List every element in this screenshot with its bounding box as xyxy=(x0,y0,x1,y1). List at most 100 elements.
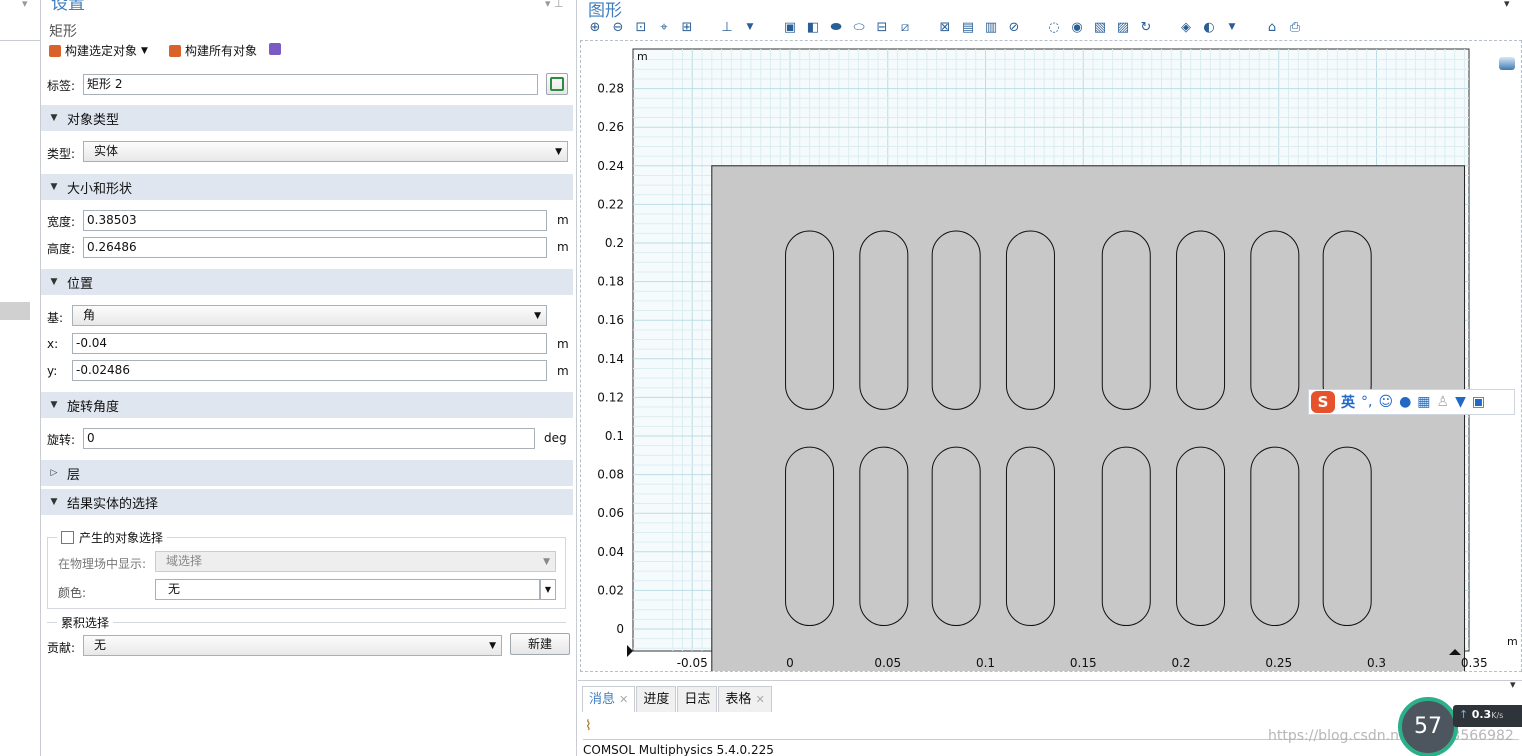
y-input[interactable]: -0.02486 xyxy=(72,360,547,381)
graphics-canvas[interactable]: 0.28 0.26 0.24 0.22 0.2 0.18 0.16 0.14 0.12 0.1 0.… xyxy=(580,40,1522,672)
contribute-label: 贡献: xyxy=(47,641,76,655)
zoom-in-icon[interactable]: ⊕ xyxy=(586,18,604,36)
x-tick-label: 0.15 xyxy=(1070,656,1097,670)
hide-icon[interactable]: ◌ xyxy=(1045,18,1063,36)
y-tick-label: 0.18 xyxy=(597,275,624,289)
chevron-down-icon[interactable]: ▼ xyxy=(1223,18,1241,36)
select-domains-icon[interactable]: ⬬ xyxy=(827,18,845,36)
new-button[interactable]: 新建 xyxy=(510,633,570,655)
chevron-down-icon[interactable]: ▼ xyxy=(141,46,148,56)
network-gauge[interactable]: 57 xyxy=(1398,697,1458,756)
pin-icon[interactable]: ▾ ⊥ xyxy=(545,0,564,10)
chevron-down-icon[interactable]: ▼ xyxy=(540,579,556,600)
chevron-down-icon[interactable]: ▾ xyxy=(1504,0,1510,10)
sogou-logo-icon[interactable]: S xyxy=(1311,391,1335,413)
messages-window: 消息 ✕ 进度 日志 表格 ✕ ⌇ COMSOL Multiphysics 5.… xyxy=(578,678,1522,756)
view-cube-icon[interactable] xyxy=(1499,57,1515,70)
reset-icon[interactable]: ↻ xyxy=(1137,18,1155,36)
print-icon[interactable]: ⎙ xyxy=(1286,18,1304,36)
punctuation-icon[interactable]: °, xyxy=(1361,394,1372,410)
chevron-down-icon[interactable]: ▾ xyxy=(1510,678,1516,691)
section-result-selection[interactable]: ▼ 结果实体的选择 xyxy=(41,489,573,515)
y-tick-label: 0.26 xyxy=(597,120,624,134)
tab-label: 日志 xyxy=(684,692,711,707)
label-edit-button[interactable] xyxy=(546,73,568,95)
tab-table[interactable]: 表格 ✕ xyxy=(718,686,772,712)
build-selected-label: 构建选定对象 xyxy=(65,44,138,58)
zoom-selected-icon[interactable]: ⌖ xyxy=(655,18,673,36)
camera-icon[interactable]: ⌂ xyxy=(1263,18,1281,36)
contribute-select[interactable]: 无 ▼ xyxy=(83,635,502,656)
geometry-plot[interactable]: 0.28 0.26 0.24 0.22 0.2 0.18 0.16 0.14 0.12 0.1 0.… xyxy=(581,41,1521,671)
tree-selected-row[interactable] xyxy=(0,302,30,320)
microphone-icon[interactable]: ● xyxy=(1399,394,1411,410)
section-rotation[interactable]: ▼ 旋转角度 xyxy=(41,392,573,418)
expand-icon: ▼ xyxy=(50,497,58,507)
section-size-shape[interactable]: ▼ 大小和形状 xyxy=(41,174,573,200)
show-axes-icon[interactable]: ▧ xyxy=(1091,18,1109,36)
x-tick-label: 0.1 xyxy=(976,656,995,670)
select-box-icon[interactable]: ⊠ xyxy=(936,18,954,36)
select-points-icon[interactable]: ⧄ xyxy=(896,18,914,36)
toolbox-icon[interactable]: ▣ xyxy=(1472,394,1485,410)
select-objects-icon[interactable]: ◧ xyxy=(804,18,822,36)
ime-mode[interactable]: 英 xyxy=(1341,392,1355,412)
section-layers[interactable]: ▷ 层 xyxy=(41,460,573,486)
zoom-box-icon[interactable]: ⊡ xyxy=(632,18,650,36)
speed-value: 0.3 xyxy=(1471,708,1492,721)
emoji-icon[interactable]: ☺ xyxy=(1378,394,1393,410)
type-select[interactable]: 实体 ▼ xyxy=(83,141,568,162)
select-all-icon[interactable]: ▤ xyxy=(959,18,977,36)
color-palette-icon[interactable]: ◐ xyxy=(1200,18,1218,36)
tab-messages[interactable]: 消息 ✕ xyxy=(582,686,636,712)
y-tick-label: 0.06 xyxy=(597,506,624,520)
skin-icon[interactable]: ▼ xyxy=(1455,394,1466,410)
keyboard-icon[interactable]: ▦ xyxy=(1417,394,1430,410)
contribute-value: 无 xyxy=(94,638,107,652)
axis-icon[interactable]: ⊥ xyxy=(718,18,736,36)
chevron-down-icon[interactable]: ▼ xyxy=(741,18,759,36)
color-select[interactable]: 无 xyxy=(155,579,540,600)
deselect-icon[interactable]: ▥ xyxy=(982,18,1000,36)
close-icon[interactable]: ✕ xyxy=(619,693,628,706)
build-all-label: 构建所有对象 xyxy=(185,44,258,58)
section-position[interactable]: ▼ 位置 xyxy=(41,269,573,295)
base-label: 基: xyxy=(47,311,64,325)
section-title: 大小和形状 xyxy=(67,181,133,197)
rotation-input[interactable]: 0 xyxy=(83,428,535,449)
y-tick-label: 0.24 xyxy=(597,159,624,173)
section-object-type[interactable]: ▼ 对象类型 xyxy=(41,105,573,131)
tab-log[interactable]: 日志 xyxy=(677,686,718,712)
user-icon[interactable]: ♙ xyxy=(1437,394,1450,410)
height-unit: m xyxy=(557,240,569,254)
section-title: 层 xyxy=(67,467,81,483)
close-icon[interactable]: ✕ xyxy=(756,693,765,706)
build-all-button[interactable]: 构建所有对象 xyxy=(169,42,257,59)
y-tick-label: 0.04 xyxy=(597,545,624,559)
clear-selection-icon[interactable]: ⊘ xyxy=(1005,18,1023,36)
height-input[interactable]: 0.26486 xyxy=(83,237,547,258)
base-select[interactable]: 角 ▼ xyxy=(72,305,547,326)
scene-light-icon[interactable]: ◈ xyxy=(1177,18,1195,36)
build-selected-button[interactable]: 构建选定对象 ▼ xyxy=(49,42,148,59)
show-grid-icon[interactable]: ◉ xyxy=(1068,18,1086,36)
view-icon[interactable]: ▨ xyxy=(1114,18,1132,36)
label-input[interactable]: 矩形 2 xyxy=(83,74,538,95)
zoom-extents-icon[interactable]: ⊞ xyxy=(678,18,696,36)
select-icon[interactable]: ▣ xyxy=(781,18,799,36)
result-checkbox-row[interactable]: 产生的对象选择 xyxy=(57,529,168,546)
width-unit: m xyxy=(557,213,569,227)
build-options-icon[interactable] xyxy=(269,43,281,55)
x-input[interactable]: -0.04 xyxy=(72,333,547,354)
collapse-icon[interactable]: ▾ xyxy=(22,0,28,10)
zoom-out-icon[interactable]: ⊖ xyxy=(609,18,627,36)
y-label: y: xyxy=(47,364,58,378)
y-tick-label: 0.28 xyxy=(597,82,624,96)
broom-icon[interactable]: ⌇ xyxy=(585,718,592,734)
width-input[interactable]: 0.38503 xyxy=(83,210,547,231)
tab-progress[interactable]: 进度 xyxy=(636,686,677,712)
select-edges-icon[interactable]: ⊟ xyxy=(873,18,891,36)
select-boundaries-icon[interactable]: ⬭ xyxy=(850,18,868,36)
expand-icon: ▼ xyxy=(50,113,58,123)
result-checkbox[interactable] xyxy=(61,531,74,544)
